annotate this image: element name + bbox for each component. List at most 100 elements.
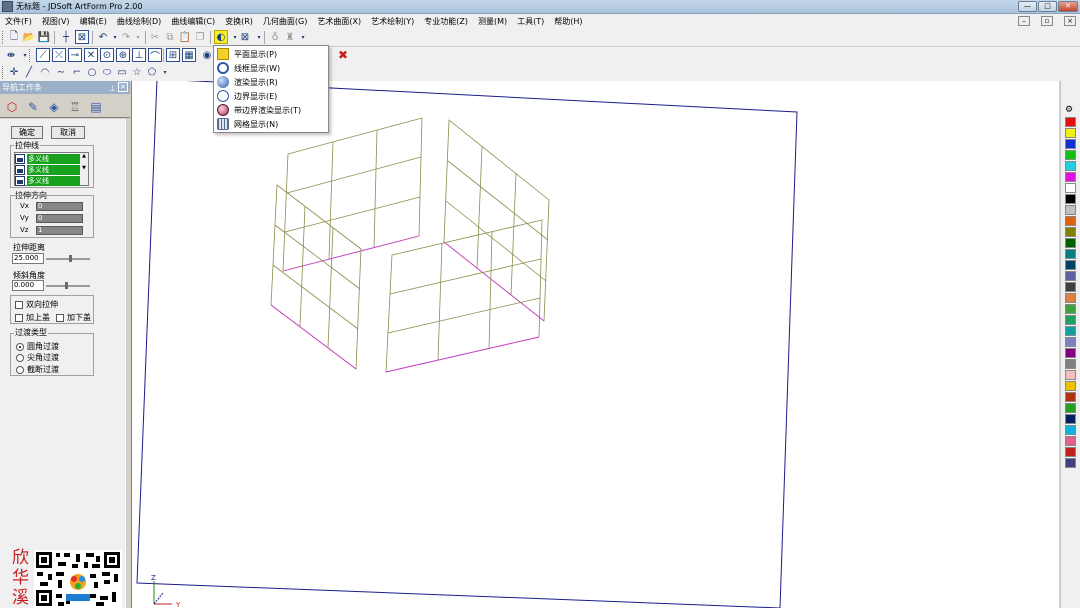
color-swatch[interactable] xyxy=(1065,205,1076,215)
menu-curve-draw[interactable]: 曲线绘制(D) xyxy=(112,14,166,29)
menu-art-draw[interactable]: 艺术绘制(Y) xyxy=(366,14,419,29)
drawing-canvas[interactable]: Z Y xyxy=(131,81,1059,608)
color-swatch[interactable] xyxy=(1065,414,1076,424)
toolbar-grip[interactable] xyxy=(2,31,5,44)
tilt-slider[interactable] xyxy=(46,285,90,287)
color-swatch[interactable] xyxy=(1065,458,1076,468)
color-swatch[interactable] xyxy=(1065,403,1076,413)
color-swatch[interactable] xyxy=(1065,326,1076,336)
nav-close-icon[interactable]: × xyxy=(118,82,128,92)
menu-item-render-display[interactable]: 渲染显示(R) xyxy=(214,75,328,89)
snap-midpoint-icon[interactable]: ⊸ xyxy=(68,48,82,62)
color-swatch[interactable] xyxy=(1065,425,1076,435)
color-swatch[interactable] xyxy=(1065,249,1076,259)
snap-perpendicular-icon[interactable]: ⊥ xyxy=(132,48,146,62)
stretch-lines-list[interactable]: 多义线 多义线 多义线 ▲ ▼ xyxy=(14,152,89,186)
arc-icon[interactable]: ◠ xyxy=(38,65,52,79)
menu-professional[interactable]: 专业功能(Z) xyxy=(419,14,473,29)
material-icon[interactable]: ♜ xyxy=(283,30,297,44)
tab-layer-icon[interactable]: ◈ xyxy=(45,98,63,116)
vz-input[interactable]: 1 xyxy=(36,225,83,235)
list-item[interactable]: 多义线 xyxy=(15,165,81,175)
display-mode-icon[interactable]: ◐ xyxy=(214,30,228,44)
arrow-move-icon[interactable]: ⇼ xyxy=(4,48,18,62)
new-file-icon[interactable]: 🗋 xyxy=(7,30,21,44)
menu-measure[interactable]: 测量(M) xyxy=(473,14,512,29)
list-scrollbar[interactable]: ▲ ▼ xyxy=(80,153,88,185)
transition-round-radio[interactable]: 圆角过渡 xyxy=(16,341,59,352)
color-swatch[interactable] xyxy=(1065,227,1076,237)
line-icon[interactable]: ╱ xyxy=(22,65,36,79)
color-swatch[interactable] xyxy=(1065,392,1076,402)
color-swatch[interactable] xyxy=(1065,150,1076,160)
menu-item-boundary-render-display[interactable]: 带边界渲染显示(T) xyxy=(214,103,328,117)
render-cup-icon[interactable]: ♁ xyxy=(268,30,282,44)
material-dropdown-icon[interactable]: ▾ xyxy=(296,30,310,44)
color-swatch[interactable] xyxy=(1065,436,1076,446)
copy-icon[interactable]: ⧉ xyxy=(163,30,177,44)
crosshair-icon[interactable]: ┼ xyxy=(59,30,73,44)
palette-settings-icon[interactable]: ⚙ xyxy=(1065,105,1073,115)
menu-art-surface[interactable]: 艺术曲面(X) xyxy=(312,14,366,29)
color-swatch[interactable] xyxy=(1065,183,1076,193)
list-item[interactable]: 多义线 xyxy=(15,176,81,186)
menu-file[interactable]: 文件(F) xyxy=(0,14,37,29)
bidirectional-checkbox[interactable]: 双向拉伸 xyxy=(15,299,58,310)
vy-input[interactable]: 0 xyxy=(36,213,83,223)
clone-icon[interactable]: ❐ xyxy=(193,30,207,44)
eye-icon[interactable]: ◉ xyxy=(200,48,214,62)
snap-quadrant-icon[interactable]: ⊕ xyxy=(116,48,130,62)
tilt-slider-thumb[interactable] xyxy=(65,282,68,289)
tilt-input[interactable]: 0.000 xyxy=(12,280,44,291)
color-swatch[interactable] xyxy=(1065,348,1076,358)
tab-object-icon[interactable]: ⬡ xyxy=(3,98,21,116)
close-button[interactable]: ✕ xyxy=(1058,1,1078,12)
distance-slider-thumb[interactable] xyxy=(69,255,72,262)
color-swatch[interactable] xyxy=(1065,370,1076,380)
color-swatch[interactable] xyxy=(1065,194,1076,204)
distance-input[interactable]: 25.000 xyxy=(12,253,44,264)
ok-button[interactable]: 确定 xyxy=(11,126,43,139)
open-file-icon[interactable]: 📂 xyxy=(22,30,36,44)
mdi-minimize-button[interactable]: – xyxy=(1018,16,1030,26)
color-swatch[interactable] xyxy=(1065,216,1076,226)
snap-cross-icon[interactable]: ✕ xyxy=(84,48,98,62)
menu-item-mesh-display[interactable]: 网格显示(N) xyxy=(214,117,328,131)
toolbar-grip[interactable] xyxy=(29,49,32,62)
color-swatch[interactable] xyxy=(1065,139,1076,149)
star-icon[interactable]: ☆ xyxy=(130,65,144,79)
color-swatch[interactable] xyxy=(1065,128,1076,138)
tab-edit-icon[interactable]: ✎ xyxy=(24,98,42,116)
color-swatch[interactable] xyxy=(1065,161,1076,171)
color-swatch[interactable] xyxy=(1065,282,1076,292)
color-swatch[interactable] xyxy=(1065,337,1076,347)
color-swatch[interactable] xyxy=(1065,381,1076,391)
minimize-button[interactable]: — xyxy=(1018,1,1037,12)
transition-cut-radio[interactable]: 截断过渡 xyxy=(16,364,59,375)
select-box-icon[interactable]: ⊠ xyxy=(75,30,89,44)
cut-icon[interactable]: ✂ xyxy=(148,30,162,44)
paste-icon[interactable]: 📋 xyxy=(178,30,192,44)
transition-sharp-radio[interactable]: 尖角过渡 xyxy=(16,352,59,363)
list-item[interactable]: 多义线 xyxy=(15,154,81,164)
circle-icon[interactable]: ○ xyxy=(85,65,99,79)
menu-help[interactable]: 帮助(H) xyxy=(549,14,587,29)
color-swatch[interactable] xyxy=(1065,304,1076,314)
toolbar-grip[interactable] xyxy=(2,66,5,79)
snap-center-icon[interactable]: ⊙ xyxy=(100,48,114,62)
menu-item-flat-display[interactable]: 平面显示(P) xyxy=(214,47,328,61)
save-icon[interactable]: 💾 xyxy=(37,30,51,44)
redo-dropdown-icon[interactable]: ▾ xyxy=(131,30,145,44)
top-cap-checkbox[interactable]: 加上盖 xyxy=(15,312,50,323)
cancel-button[interactable]: 取消 xyxy=(51,126,85,139)
color-swatch[interactable] xyxy=(1065,359,1076,369)
rectangle-icon[interactable]: ▭ xyxy=(115,65,129,79)
grid-snap-icon[interactable]: ⊞ xyxy=(166,48,180,62)
maximize-button[interactable]: □ xyxy=(1038,1,1057,12)
color-swatch[interactable] xyxy=(1065,260,1076,270)
model-viewport[interactable]: Z Y xyxy=(132,81,1060,608)
color-swatch[interactable] xyxy=(1065,315,1076,325)
grid-toggle-icon[interactable]: ▦ xyxy=(182,48,196,62)
color-swatch[interactable] xyxy=(1065,271,1076,281)
point-icon[interactable]: ✛ xyxy=(7,65,21,79)
